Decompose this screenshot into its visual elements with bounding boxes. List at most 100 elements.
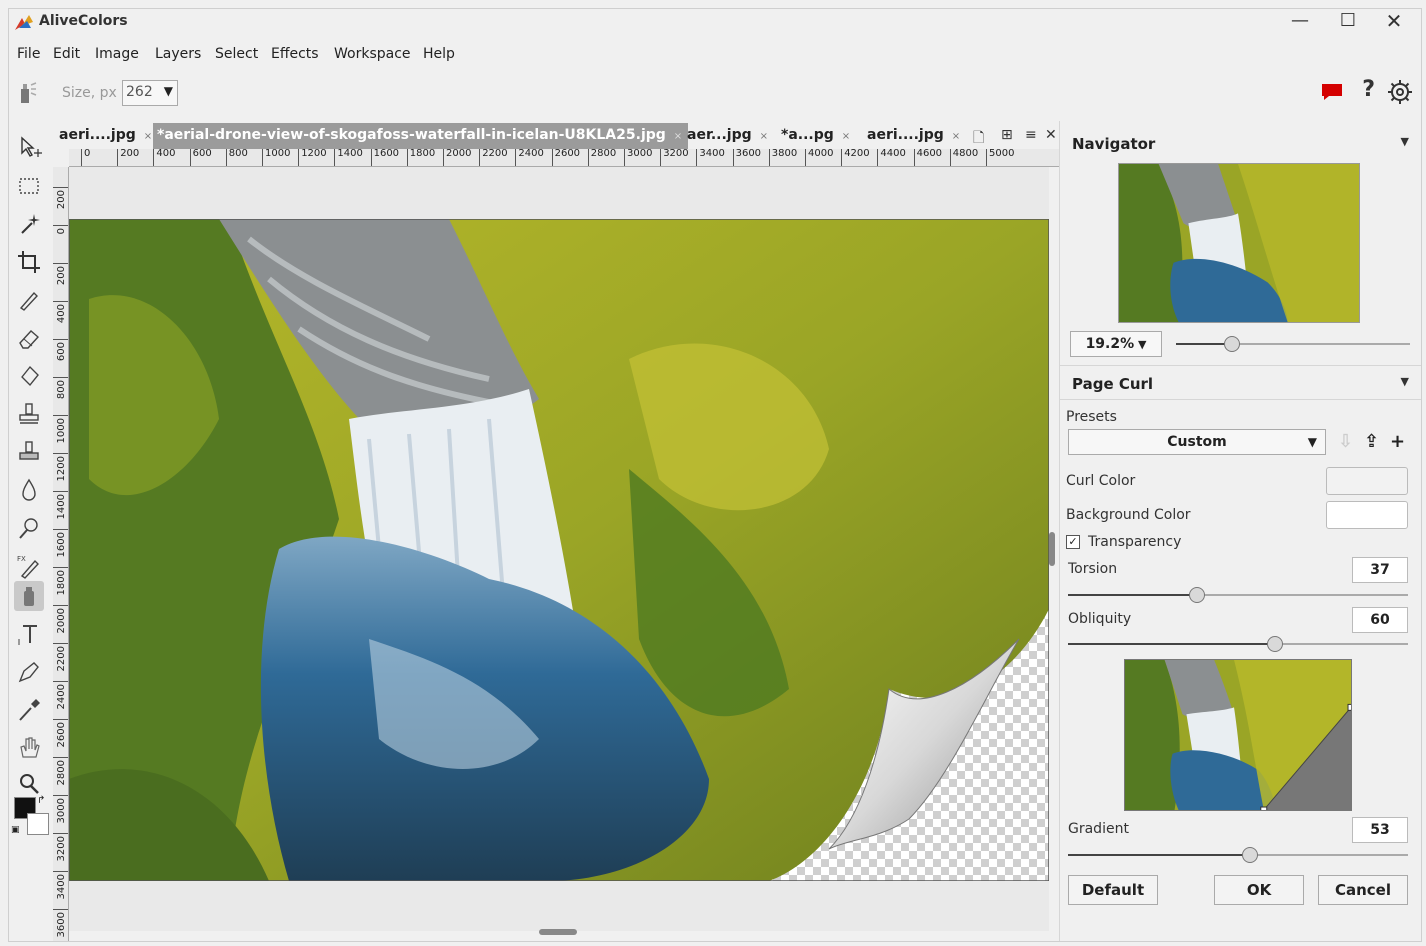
smudge-tool-icon[interactable] xyxy=(14,513,44,543)
ruler-tick: 0 xyxy=(81,149,90,166)
text-tool-icon[interactable] xyxy=(14,619,44,649)
default-button[interactable]: Default xyxy=(1068,875,1158,905)
gear-icon[interactable] xyxy=(1387,79,1413,105)
ruler-tick: 3000 xyxy=(53,795,68,833)
pen-tool-icon[interactable] xyxy=(14,657,44,687)
new-document-icon[interactable]: 🗋 xyxy=(973,127,984,151)
tool-preset-icon[interactable] xyxy=(15,81,39,105)
rect-select-tool-icon[interactable] xyxy=(14,171,44,201)
hand-tool-icon[interactable] xyxy=(14,733,44,763)
torsion-slider[interactable] xyxy=(1068,587,1408,603)
gradient-input[interactable]: 53 xyxy=(1352,817,1408,843)
move-tool-icon[interactable] xyxy=(14,133,44,163)
menu-select[interactable]: Select xyxy=(215,46,258,62)
tab-document-4[interactable]: *a...pg × xyxy=(777,123,850,149)
document-image[interactable] xyxy=(69,219,1049,881)
torsion-label: Torsion xyxy=(1068,561,1118,577)
grid-view-icon[interactable]: ⊞ xyxy=(1001,127,1013,143)
close-icon[interactable]: × xyxy=(842,131,850,142)
magic-wand-tool-icon[interactable] xyxy=(14,209,44,239)
reset-colors-icon[interactable]: ▣ xyxy=(11,825,20,835)
crop-tool-icon[interactable] xyxy=(14,247,44,277)
tab-document-5[interactable]: aeri....jpg × xyxy=(863,123,960,149)
ruler-tick: 3600 xyxy=(53,909,68,941)
background-color-swatch[interactable] xyxy=(27,813,49,835)
ruler-tick: 5000 xyxy=(986,149,1014,166)
ruler-tick: 2800 xyxy=(587,149,616,166)
chevron-down-icon[interactable]: ▼ xyxy=(1401,375,1409,388)
gradient-slider-handle[interactable] xyxy=(1242,847,1258,863)
tab-document-1[interactable]: aeri....jpg × xyxy=(55,123,152,149)
chevron-down-icon[interactable]: ▼ xyxy=(1401,135,1409,148)
navigator-thumbnail[interactable] xyxy=(1118,163,1360,323)
menu-workspace[interactable]: Workspace xyxy=(334,46,411,62)
swap-colors-icon[interactable]: ↱ xyxy=(37,795,45,806)
horizontal-scrollbar[interactable] xyxy=(539,929,577,935)
close-icon[interactable]: × xyxy=(674,131,682,142)
blur-tool-icon[interactable] xyxy=(14,475,44,505)
background-color-swatch[interactable] xyxy=(1326,501,1408,529)
gradient-slider[interactable] xyxy=(1068,847,1408,863)
eraser-tool-icon[interactable] xyxy=(14,323,44,353)
fill-tool-icon[interactable] xyxy=(14,361,44,391)
close-icon[interactable]: × xyxy=(952,131,960,142)
canvas-area[interactable] xyxy=(69,167,1049,931)
chevron-down-icon: ▼ xyxy=(163,84,173,98)
pattern-stamp-tool-icon[interactable] xyxy=(14,437,44,467)
close-icon[interactable]: × xyxy=(144,131,152,142)
brush-tool-icon[interactable] xyxy=(14,285,44,315)
torsion-slider-handle[interactable] xyxy=(1189,587,1205,603)
ruler-tick: 1400 xyxy=(53,491,68,529)
ruler-tick: 1800 xyxy=(53,567,68,605)
cancel-button[interactable]: Cancel xyxy=(1318,875,1408,905)
menu-help[interactable]: Help xyxy=(423,46,455,62)
obliquity-slider-fill xyxy=(1068,643,1275,645)
add-preset-icon[interactable]: + xyxy=(1390,431,1405,452)
eyedropper-tool-icon[interactable] xyxy=(14,695,44,725)
ok-button[interactable]: OK xyxy=(1214,875,1304,905)
stamp-tool-icon[interactable] xyxy=(14,399,44,429)
list-view-icon[interactable]: ≡ xyxy=(1025,127,1037,143)
close-all-icon[interactable]: ✕ xyxy=(1045,127,1057,143)
bottle-tool-icon[interactable] xyxy=(14,581,44,611)
help-icon[interactable]: ? xyxy=(1362,77,1375,102)
menu-image[interactable]: Image xyxy=(95,46,139,62)
ruler-tick: 2400 xyxy=(53,681,68,719)
tab-document-2[interactable]: *aerial-drone-view-of-skogafoss-waterfal… xyxy=(153,123,689,149)
zoom-slider[interactable] xyxy=(1176,336,1410,352)
menu-edit[interactable]: Edit xyxy=(53,46,80,62)
ruler-tick: 2800 xyxy=(53,757,68,795)
presets-dropdown[interactable]: Custom ▼ xyxy=(1068,429,1326,455)
transparency-checkbox[interactable]: ✓ xyxy=(1066,535,1080,549)
size-dropdown[interactable]: 262 ▼ xyxy=(122,80,178,106)
gradient-label: Gradient xyxy=(1068,821,1129,837)
curl-color-swatch[interactable] xyxy=(1326,467,1408,495)
maximize-button[interactable]: ☐ xyxy=(1325,9,1371,35)
upload-preset-icon[interactable]: ⇪ xyxy=(1364,431,1379,452)
transparency-label: Transparency xyxy=(1088,534,1182,550)
vertical-scrollbar[interactable] xyxy=(1049,532,1055,566)
ruler-tick: 2000 xyxy=(443,149,471,166)
zoom-slider-handle[interactable] xyxy=(1224,336,1241,352)
zoom-value: 19.2% xyxy=(1085,336,1135,352)
document-tabs: aeri....jpg × *aerial-drone-view-of-skoga… xyxy=(55,121,1059,149)
obliquity-input[interactable]: 60 xyxy=(1352,607,1408,633)
close-icon[interactable]: × xyxy=(760,131,768,142)
curl-preview[interactable] xyxy=(1124,659,1352,811)
curl-color-label: Curl Color xyxy=(1066,473,1136,489)
obliquity-slider[interactable] xyxy=(1068,636,1408,652)
feedback-icon[interactable] xyxy=(1321,83,1343,101)
menu-layers[interactable]: Layers xyxy=(155,46,201,62)
menu-file[interactable]: File xyxy=(17,46,40,62)
ruler-tick: 400 xyxy=(153,149,175,166)
minimize-button[interactable]: — xyxy=(1277,9,1323,35)
menu-effects[interactable]: Effects xyxy=(271,46,319,62)
tab-document-3[interactable]: aer...jpg × xyxy=(683,123,768,149)
torsion-input[interactable]: 37 xyxy=(1352,557,1408,583)
close-window-button[interactable]: ✕ xyxy=(1371,9,1417,35)
ruler-tick: 2400 xyxy=(515,149,544,166)
fx-brush-tool-icon[interactable]: FX xyxy=(14,551,44,581)
save-preset-icon[interactable]: ⇩ xyxy=(1338,431,1353,452)
obliquity-slider-handle[interactable] xyxy=(1267,636,1283,652)
zoom-dropdown[interactable]: 19.2% ▼ xyxy=(1070,331,1162,357)
